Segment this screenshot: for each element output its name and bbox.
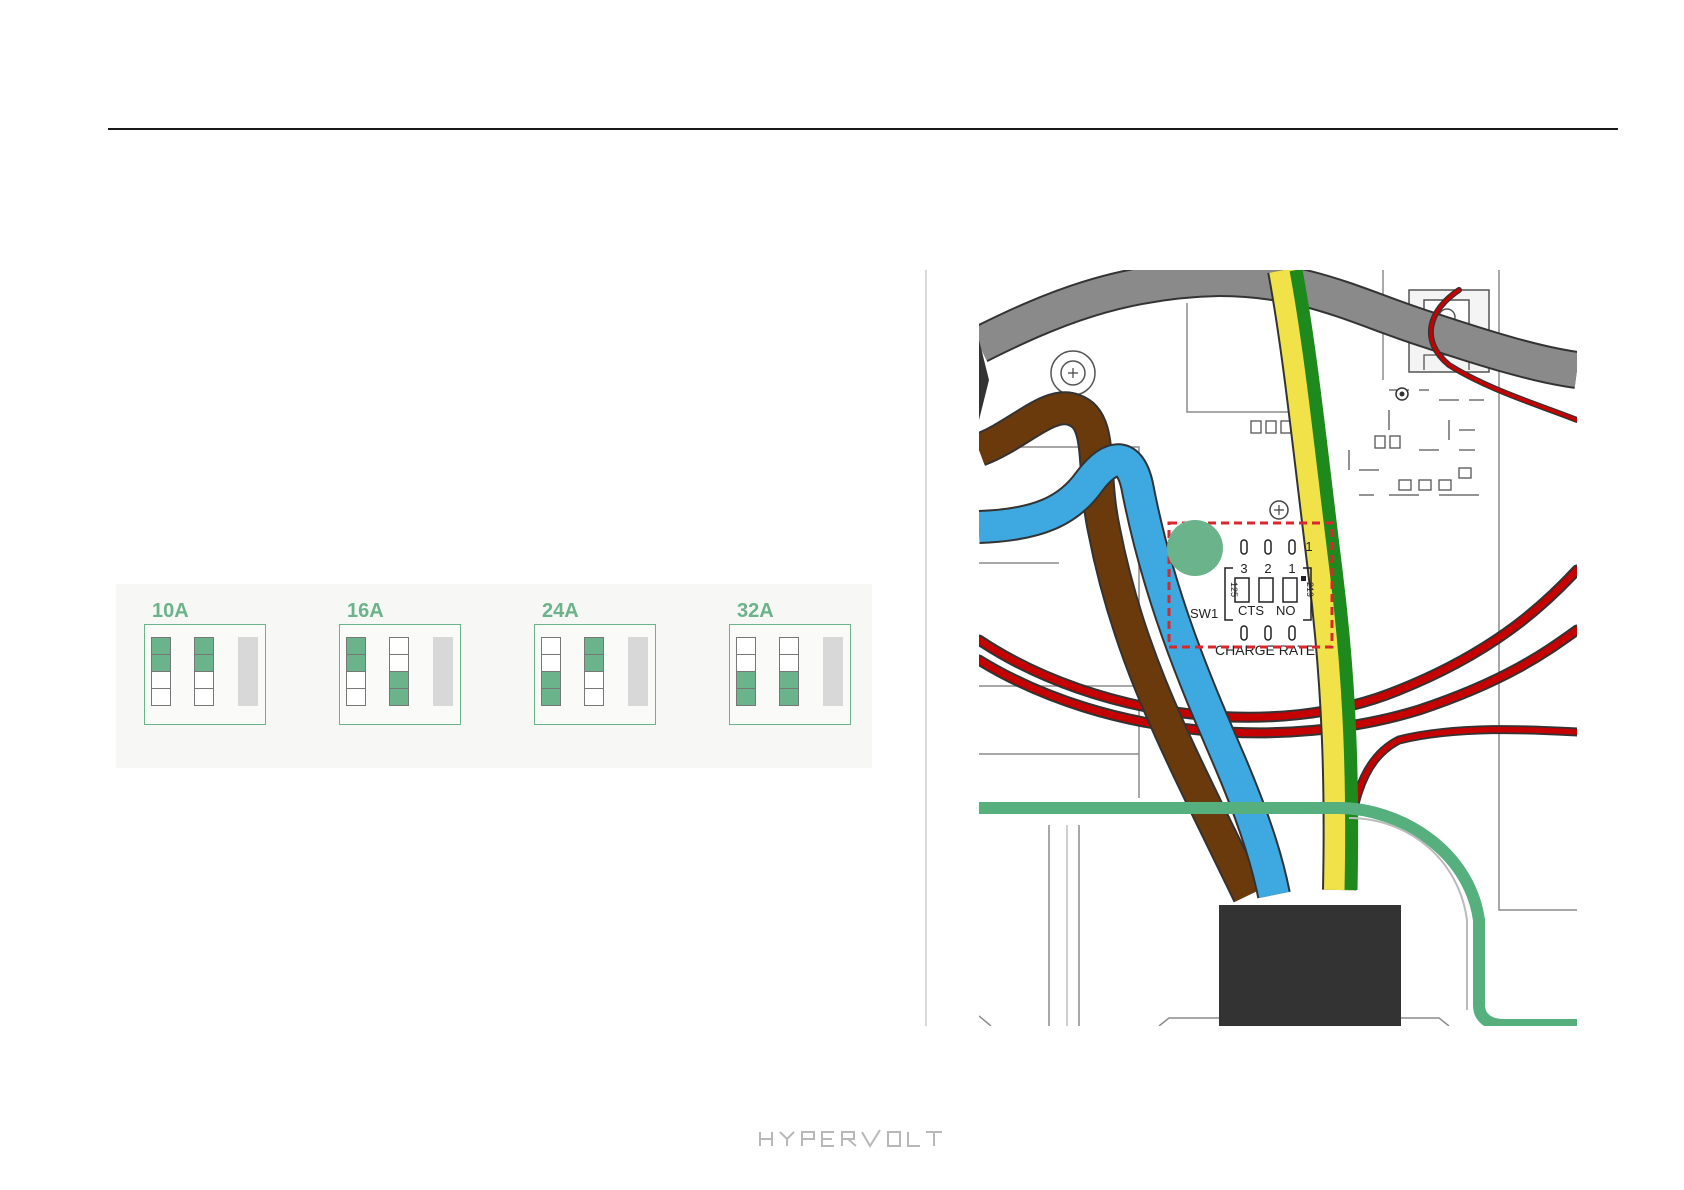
dip-switch-block [144, 624, 266, 725]
switch-position-3: 3 [1240, 561, 1247, 576]
switch-position-1: 1 [1288, 561, 1295, 576]
setting-10a: 10A [144, 598, 268, 725]
dip-switch-block [729, 624, 851, 725]
board-wiring-diagram: 3 2 1 1 125 219 SW1 CTS NO CHARGE RATE [979, 270, 1577, 1026]
dip-switch-1 [151, 637, 171, 709]
dip-switch-3-unused [433, 637, 453, 709]
setting-label: 32A [737, 600, 774, 622]
setting-32a: 32A [729, 598, 853, 725]
dip-switch-1 [736, 637, 756, 709]
dip-switch-3-unused [238, 637, 258, 709]
switch-id-label: SW1 [1190, 606, 1218, 621]
hypervolt-logo [759, 1129, 942, 1148]
dip-switch-2 [389, 637, 409, 709]
dip-switch-1 [346, 637, 366, 709]
dip-switch-block [534, 624, 656, 725]
dip-switch-2 [779, 637, 799, 709]
dip-switch-block [339, 624, 461, 725]
column-divider [925, 270, 927, 1026]
screw-hole-icon [1050, 350, 1096, 396]
switch-position-2: 2 [1264, 561, 1271, 576]
header-rule [108, 128, 1618, 130]
rating-left: 125 [1229, 582, 1239, 597]
cable-gland [1219, 905, 1401, 1026]
setting-label: 16A [347, 600, 384, 622]
setting-24a: 24A [534, 598, 658, 725]
charge-rate-panel: 10A 16A 24A 32A [116, 584, 872, 768]
setting-label: 10A [152, 600, 189, 622]
callout-marker [1167, 520, 1223, 576]
rating-right: 219 [1305, 582, 1315, 597]
dip-switch-3-unused [628, 637, 648, 709]
dip-switch-1 [541, 637, 561, 709]
charge-rate-caption: CHARGE RATE [1215, 642, 1315, 658]
no-label: NO [1276, 603, 1296, 618]
dip-switch-2 [194, 637, 214, 709]
dip-switch-3-unused [823, 637, 843, 709]
switch-on-marker: 1 [1305, 539, 1312, 554]
cts-label: CTS [1238, 603, 1264, 618]
screw-icon [1269, 500, 1289, 520]
dip-switch-2 [584, 637, 604, 709]
setting-16a: 16A [339, 598, 463, 725]
setting-label: 24A [542, 600, 579, 622]
